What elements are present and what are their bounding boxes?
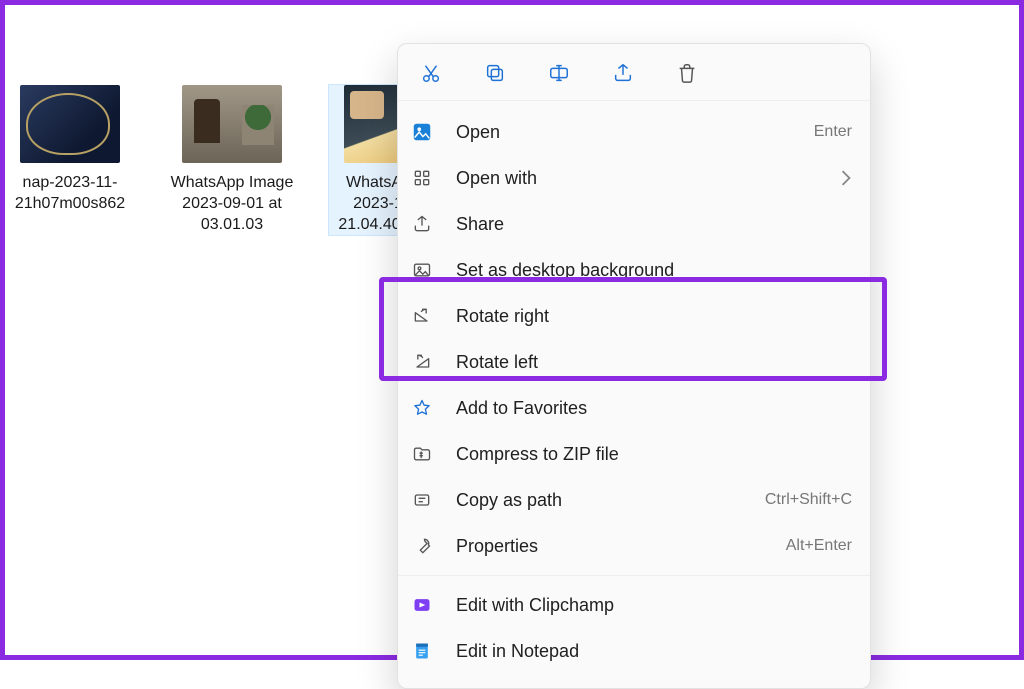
menu-label: Copy as path bbox=[456, 490, 765, 511]
menu-label: Edit with Clipchamp bbox=[456, 595, 852, 616]
notepad-icon bbox=[410, 639, 434, 663]
file-thumbnail bbox=[20, 85, 120, 163]
file-item[interactable]: nap-2023-11-21h07m00s862 bbox=[5, 85, 135, 235]
menu-edit-notepad[interactable]: Edit in Notepad bbox=[398, 628, 870, 674]
menu-label: Open with bbox=[456, 168, 840, 189]
context-menu-list: Open Enter Open with Share Set as deskto… bbox=[398, 101, 870, 682]
zip-icon bbox=[410, 442, 434, 466]
clipchamp-icon bbox=[410, 593, 434, 617]
copy-icon[interactable] bbox=[484, 62, 506, 84]
menu-copy-as-path[interactable]: Copy as path Ctrl+Shift+C bbox=[398, 477, 870, 523]
menu-label: Compress to ZIP file bbox=[456, 444, 852, 465]
menu-open[interactable]: Open Enter bbox=[398, 109, 870, 155]
copy-path-icon bbox=[410, 488, 434, 512]
menu-properties[interactable]: Properties Alt+Enter bbox=[398, 523, 870, 569]
menu-share[interactable]: Share bbox=[398, 201, 870, 247]
menu-add-favorites[interactable]: Add to Favorites bbox=[398, 385, 870, 431]
menu-compress-zip[interactable]: Compress to ZIP file bbox=[398, 431, 870, 477]
rotate-left-icon bbox=[410, 350, 434, 374]
menu-label: Rotate left bbox=[456, 352, 852, 373]
file-label: nap-2023-11-21h07m00s862 bbox=[5, 173, 135, 215]
menu-label: Set as desktop background bbox=[456, 260, 852, 281]
context-menu: Open Enter Open with Share Set as deskto… bbox=[397, 43, 871, 689]
menu-label: Rotate right bbox=[456, 306, 852, 327]
file-thumbnail bbox=[182, 85, 282, 163]
menu-label: Properties bbox=[456, 536, 786, 557]
cut-icon[interactable] bbox=[420, 62, 442, 84]
menu-edit-clipchamp[interactable]: Edit with Clipchamp bbox=[398, 582, 870, 628]
context-toolbar bbox=[398, 44, 870, 101]
open-with-icon bbox=[410, 166, 434, 190]
menu-set-desktop-background[interactable]: Set as desktop background bbox=[398, 247, 870, 293]
share-icon[interactable] bbox=[612, 62, 634, 84]
menu-shortcut: Alt+Enter bbox=[786, 537, 852, 555]
menu-label: Share bbox=[456, 214, 852, 235]
star-icon bbox=[410, 396, 434, 420]
menu-rotate-left[interactable]: Rotate left bbox=[398, 339, 870, 385]
menu-label: Open bbox=[456, 122, 814, 143]
share-icon bbox=[410, 212, 434, 236]
file-label: WhatsApp Image 2023-09-01 at 03.01.03 bbox=[167, 173, 297, 235]
menu-shortcut: Ctrl+Shift+C bbox=[765, 491, 852, 509]
delete-icon[interactable] bbox=[676, 62, 698, 84]
file-item[interactable]: WhatsApp Image 2023-09-01 at 03.01.03 bbox=[167, 85, 297, 235]
menu-separator bbox=[398, 575, 870, 576]
rotate-right-icon bbox=[410, 304, 434, 328]
chevron-right-icon bbox=[840, 170, 852, 186]
file-grid: nap-2023-11-21h07m00s862 WhatsApp Image … bbox=[5, 85, 459, 235]
menu-label: Add to Favorites bbox=[456, 398, 852, 419]
image-icon bbox=[410, 120, 434, 144]
menu-shortcut: Enter bbox=[814, 123, 852, 141]
menu-label: Edit in Notepad bbox=[456, 641, 852, 662]
rename-icon[interactable] bbox=[548, 62, 570, 84]
picture-icon bbox=[410, 258, 434, 282]
menu-open-with[interactable]: Open with bbox=[398, 155, 870, 201]
menu-rotate-right[interactable]: Rotate right bbox=[398, 293, 870, 339]
wrench-icon bbox=[410, 534, 434, 558]
